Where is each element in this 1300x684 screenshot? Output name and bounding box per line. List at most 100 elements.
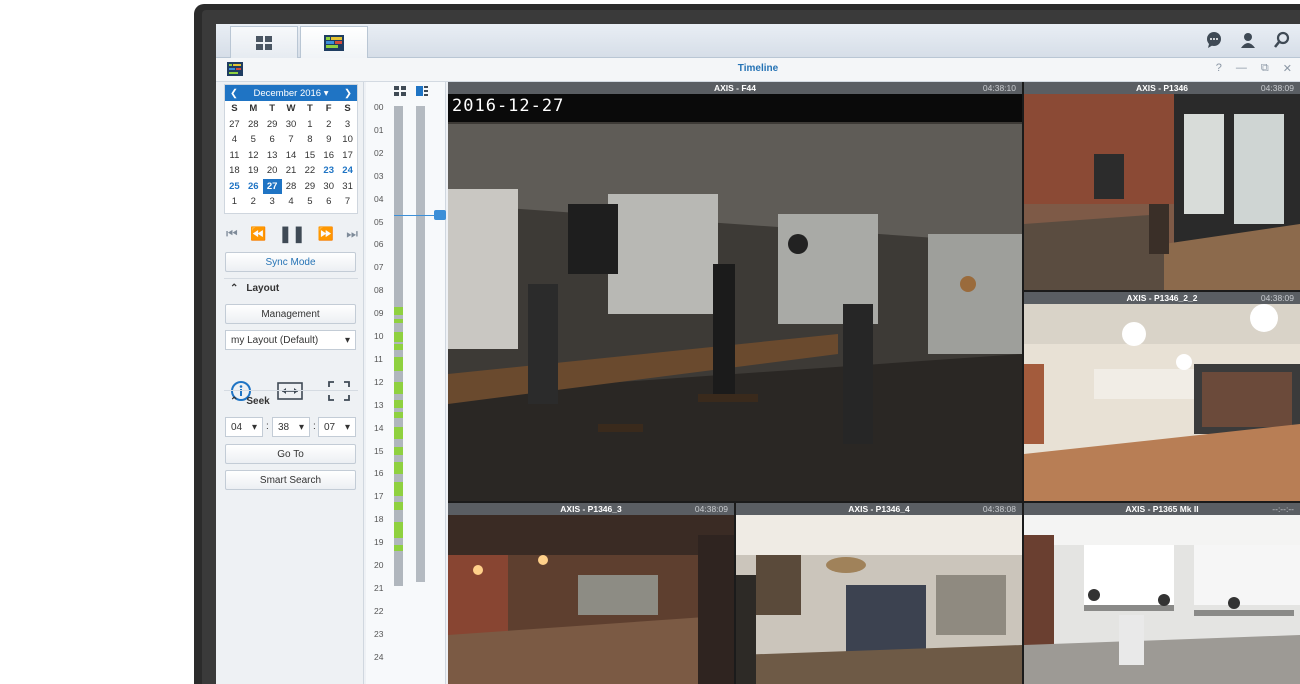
calendar-day[interactable]: 14 xyxy=(282,148,301,164)
calendar-day[interactable]: 10 xyxy=(338,132,357,148)
recording-segment[interactable] xyxy=(394,357,403,371)
calendar-day[interactable]: 4 xyxy=(225,132,244,148)
recording-segment[interactable] xyxy=(394,307,403,315)
calendar-day[interactable]: 29 xyxy=(263,117,282,133)
calendar-day[interactable]: 5 xyxy=(300,194,319,210)
calendar-day[interactable]: 8 xyxy=(300,132,319,148)
chat-icon[interactable] xyxy=(1204,30,1224,50)
prev-month-icon[interactable]: ❮ xyxy=(230,88,238,99)
timeline-app-tab[interactable] xyxy=(300,26,368,58)
recording-segment[interactable] xyxy=(394,319,403,323)
recording-segment[interactable] xyxy=(394,482,403,496)
calendar-day[interactable]: 23 xyxy=(319,163,338,179)
calendar-day[interactable]: 24 xyxy=(338,163,357,179)
calendar-day[interactable]: 4 xyxy=(282,194,301,210)
calendar-day[interactable]: 20 xyxy=(263,163,282,179)
search-icon[interactable] xyxy=(1272,30,1292,50)
management-button[interactable]: Management xyxy=(225,304,356,324)
calendar-day[interactable]: 22 xyxy=(300,163,319,179)
calendar-day[interactable]: 13 xyxy=(263,148,282,164)
camera-tile[interactable]: AXIS - P1346_3 04:38:09 xyxy=(448,503,734,684)
camera-tile-main[interactable]: AXIS - F44 04:38:10 2016-12-27 xyxy=(448,82,1022,501)
smart-search-button[interactable]: Smart Search xyxy=(225,470,356,490)
calendar-day[interactable]: 27 xyxy=(262,178,282,194)
timeline-bar[interactable]: 00 01 02 03 04 05 06 07 08 09 10 11 12 13 14 15 16 17 18 19… xyxy=(366,82,446,684)
recording-segment[interactable] xyxy=(394,382,403,394)
calendar-day[interactable]: 19 xyxy=(244,163,263,179)
calendar-day[interactable]: 15 xyxy=(300,148,319,164)
recording-segment[interactable] xyxy=(394,462,403,474)
calendar-day[interactable]: 28 xyxy=(282,179,301,195)
layout-select[interactable]: my Layout (Default) ▾ xyxy=(225,330,356,350)
calendar-day[interactable]: 29 xyxy=(300,179,319,195)
seek-section-toggle[interactable]: ⌃ Seek xyxy=(230,396,270,407)
rewind-icon[interactable]: ⏪ xyxy=(250,226,266,242)
camera-tile[interactable]: AXIS - P1346 04:38:09 xyxy=(1024,82,1300,290)
calendar-day[interactable]: 26 xyxy=(244,179,263,195)
pause-icon[interactable]: ❚❚ xyxy=(279,224,306,244)
calendar-day[interactable]: 2 xyxy=(319,117,338,133)
calendar-day[interactable]: 2 xyxy=(244,194,263,210)
calendar-day[interactable]: 31 xyxy=(338,179,357,195)
recording-segment[interactable] xyxy=(394,545,403,551)
user-icon[interactable] xyxy=(1238,30,1258,50)
recording-segment[interactable] xyxy=(394,412,403,418)
timeline-handle[interactable] xyxy=(434,210,446,220)
recording-segment[interactable] xyxy=(394,502,403,510)
next-month-icon[interactable]: ❯ xyxy=(344,88,352,99)
recording-segment[interactable] xyxy=(394,400,403,408)
seek-second-select[interactable]: 07 ▾ xyxy=(318,417,356,437)
calendar-day[interactable]: 5 xyxy=(244,132,263,148)
calendar-day[interactable]: 1 xyxy=(225,194,244,210)
calendar-day[interactable]: 9 xyxy=(319,132,338,148)
calendar-day[interactable]: 7 xyxy=(282,132,301,148)
calendar-day[interactable]: 7 xyxy=(338,194,357,210)
calendar-day[interactable]: 6 xyxy=(263,132,282,148)
list-view-icon[interactable] xyxy=(416,86,428,96)
timeline-hour-label: 09 xyxy=(374,308,384,319)
calendar-day[interactable]: 11 xyxy=(225,148,244,164)
seek-minute-select[interactable]: 38 ▾ xyxy=(272,417,310,437)
month-selector[interactable]: December 2016 ▾ xyxy=(253,88,328,99)
recording-segment[interactable] xyxy=(394,522,403,538)
calendar-day[interactable]: 30 xyxy=(282,117,301,133)
fit-width-icon[interactable] xyxy=(277,382,303,400)
calendar-day[interactable]: 3 xyxy=(338,117,357,133)
calendar-day[interactable]: 25 xyxy=(225,179,244,195)
recording-segment[interactable] xyxy=(394,332,403,342)
calendar-day[interactable]: 12 xyxy=(244,148,263,164)
recording-segment[interactable] xyxy=(394,447,403,455)
close-button[interactable]: ✕ xyxy=(1283,62,1292,75)
fast-forward-icon[interactable]: ⏩ xyxy=(318,226,334,242)
timeline-track-2[interactable] xyxy=(416,106,425,582)
calendar-day[interactable]: 3 xyxy=(263,194,282,210)
skip-to-end-icon[interactable]: ⏭ xyxy=(346,226,358,242)
calendar-day[interactable]: 21 xyxy=(282,163,301,179)
fullscreen-icon[interactable] xyxy=(328,381,350,401)
go-to-button[interactable]: Go To xyxy=(225,444,356,464)
calendar-day[interactable]: 1 xyxy=(300,117,319,133)
calendar-day[interactable]: 17 xyxy=(338,148,357,164)
camera-tile[interactable]: AXIS - P1346_4 04:38:08 xyxy=(736,503,1022,684)
minimize-button[interactable]: — xyxy=(1236,62,1247,75)
calendar-day[interactable]: 30 xyxy=(319,179,338,195)
calendar-day[interactable]: 6 xyxy=(319,194,338,210)
calendar-day[interactable]: 27 xyxy=(225,117,244,133)
layout-section-toggle[interactable]: ⌃ Layout xyxy=(230,283,279,294)
calendar-weekday: W xyxy=(286,103,296,114)
recording-segment[interactable] xyxy=(394,427,403,439)
grid-view-icon[interactable] xyxy=(394,86,406,96)
camera-tile[interactable]: AXIS - P1346_2_2 04:38:09 xyxy=(1024,292,1300,501)
skip-to-start-icon[interactable]: ⏮ xyxy=(226,226,238,242)
calendar-day[interactable]: 18 xyxy=(225,163,244,179)
seek-hour-select[interactable]: 04 ▾ xyxy=(225,417,263,437)
calendar-day[interactable]: 28 xyxy=(244,117,263,133)
calendar-day[interactable]: 16 xyxy=(319,148,338,164)
restore-button[interactable]: ⧉ xyxy=(1261,62,1269,75)
seek-header: Seek xyxy=(246,396,270,407)
recording-segment[interactable] xyxy=(394,344,403,350)
main-menu-button[interactable] xyxy=(230,26,298,58)
sync-mode-button[interactable]: Sync Mode xyxy=(225,252,356,272)
camera-tile[interactable]: AXIS - P1365 Mk II --:--:-- xyxy=(1024,503,1300,684)
help-button[interactable]: ? xyxy=(1216,62,1222,75)
